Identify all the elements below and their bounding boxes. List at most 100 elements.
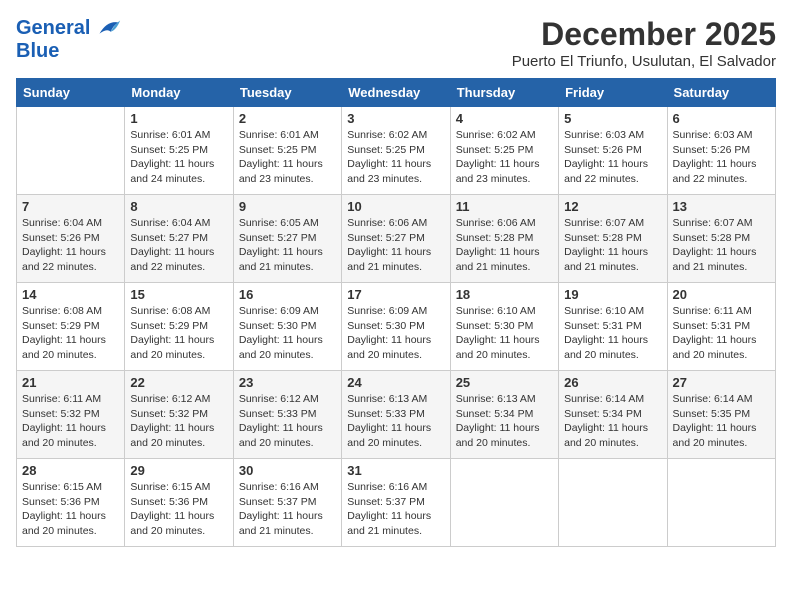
calendar-cell: 6 Sunrise: 6:03 AM Sunset: 5:26 PM Daylig… [667,107,775,195]
day-number: 30 [239,463,336,478]
day-number: 2 [239,111,336,126]
day-number: 1 [130,111,227,126]
day-number: 14 [22,287,119,302]
calendar-week-row: 21 Sunrise: 6:11 AM Sunset: 5:32 PM Dayli… [17,371,776,459]
calendar-cell: 20 Sunrise: 6:11 AM Sunset: 5:31 PM Dayli… [667,283,775,371]
calendar-cell: 24Sunrise: 6:13 AM Sunset: 5:33 PM Dayli… [342,371,450,459]
day-number: 31 [347,463,444,478]
calendar-cell: 27 Sunrise: 6:14 AM Sunset: 5:35 PM Dayli… [667,371,775,459]
cell-content: Sunrise: 6:01 AM Sunset: 5:25 PM Dayligh… [239,128,336,187]
calendar-header-row: SundayMondayTuesdayWednesdayThursdayFrid… [17,79,776,107]
cell-content: Sunrise: 6:03 AM Sunset: 5:26 PM Dayligh… [673,128,770,187]
logo-bird-icon [92,16,122,40]
day-number: 17 [347,287,444,302]
day-number: 10 [347,199,444,214]
calendar-cell [559,459,667,547]
cell-content: Sunrise: 6:12 AM Sunset: 5:32 PM Dayligh… [130,392,227,451]
calendar-cell: 23 Sunrise: 6:12 AM Sunset: 5:33 PM Dayli… [233,371,341,459]
month-title: December 2025 [512,16,776,53]
cell-content: Sunrise: 6:09 AM Sunset: 5:30 PM Dayligh… [239,304,336,363]
day-number: 22 [130,375,227,390]
day-number: 5 [564,111,661,126]
cell-content: Sunrise: 6:03 AM Sunset: 5:26 PM Dayligh… [564,128,661,187]
cell-content: Sunrise: 6:16 AM Sunset: 5:37 PM Dayligh… [347,480,444,539]
logo-blue: Blue [16,40,122,62]
cell-content: Sunrise: 6:06 AM Sunset: 5:27 PM Dayligh… [347,216,444,275]
day-header-saturday: Saturday [667,79,775,107]
calendar-cell: 19 Sunrise: 6:10 AM Sunset: 5:31 PM Dayli… [559,283,667,371]
calendar-cell [17,107,125,195]
cell-content: Sunrise: 6:13 AM Sunset: 5:34 PM Dayligh… [456,392,553,451]
cell-content: Sunrise: 6:11 AM Sunset: 5:32 PM Dayligh… [22,392,119,451]
day-number: 29 [130,463,227,478]
day-number: 28 [22,463,119,478]
calendar-cell: 1 Sunrise: 6:01 AM Sunset: 5:25 PM Daylig… [125,107,233,195]
cell-content: Sunrise: 6:07 AM Sunset: 5:28 PM Dayligh… [564,216,661,275]
cell-content: Sunrise: 6:01 AM Sunset: 5:25 PM Dayligh… [130,128,227,187]
day-number: 12 [564,199,661,214]
day-number: 16 [239,287,336,302]
day-number: 9 [239,199,336,214]
day-number: 19 [564,287,661,302]
logo: General Blue [16,16,122,62]
calendar-cell: 8 Sunrise: 6:04 AM Sunset: 5:27 PM Daylig… [125,195,233,283]
day-number: 27 [673,375,770,390]
cell-content: Sunrise: 6:08 AM Sunset: 5:29 PM Dayligh… [22,304,119,363]
day-header-thursday: Thursday [450,79,558,107]
calendar-cell: 9Sunrise: 6:05 AM Sunset: 5:27 PM Daylig… [233,195,341,283]
day-number: 6 [673,111,770,126]
day-number: 8 [130,199,227,214]
calendar-cell: 18Sunrise: 6:10 AM Sunset: 5:30 PM Dayli… [450,283,558,371]
cell-content: Sunrise: 6:10 AM Sunset: 5:31 PM Dayligh… [564,304,661,363]
day-header-wednesday: Wednesday [342,79,450,107]
cell-content: Sunrise: 6:09 AM Sunset: 5:30 PM Dayligh… [347,304,444,363]
cell-content: Sunrise: 6:04 AM Sunset: 5:27 PM Dayligh… [130,216,227,275]
cell-content: Sunrise: 6:12 AM Sunset: 5:33 PM Dayligh… [239,392,336,451]
calendar-cell: 21 Sunrise: 6:11 AM Sunset: 5:32 PM Dayli… [17,371,125,459]
cell-content: Sunrise: 6:11 AM Sunset: 5:31 PM Dayligh… [673,304,770,363]
logo-general: General [16,17,90,39]
calendar-cell: 30Sunrise: 6:16 AM Sunset: 5:37 PM Dayli… [233,459,341,547]
calendar-cell: 10 Sunrise: 6:06 AM Sunset: 5:27 PM Dayli… [342,195,450,283]
day-number: 15 [130,287,227,302]
calendar-cell: 22 Sunrise: 6:12 AM Sunset: 5:32 PM Dayli… [125,371,233,459]
calendar-cell: 17 Sunrise: 6:09 AM Sunset: 5:30 PM Dayli… [342,283,450,371]
calendar-cell [450,459,558,547]
day-number: 25 [456,375,553,390]
day-number: 11 [456,199,553,214]
day-number: 20 [673,287,770,302]
calendar-cell: 2 Sunrise: 6:01 AM Sunset: 5:25 PM Daylig… [233,107,341,195]
cell-content: Sunrise: 6:14 AM Sunset: 5:34 PM Dayligh… [564,392,661,451]
calendar-cell: 28 Sunrise: 6:15 AM Sunset: 5:36 PM Dayli… [17,459,125,547]
cell-content: Sunrise: 6:08 AM Sunset: 5:29 PM Dayligh… [130,304,227,363]
calendar-cell: 12 Sunrise: 6:07 AM Sunset: 5:28 PM Dayli… [559,195,667,283]
cell-content: Sunrise: 6:14 AM Sunset: 5:35 PM Dayligh… [673,392,770,451]
calendar-cell: 25 Sunrise: 6:13 AM Sunset: 5:34 PM Dayli… [450,371,558,459]
day-number: 23 [239,375,336,390]
cell-content: Sunrise: 6:06 AM Sunset: 5:28 PM Dayligh… [456,216,553,275]
calendar-cell: 15 Sunrise: 6:08 AM Sunset: 5:29 PM Dayli… [125,283,233,371]
day-number: 13 [673,199,770,214]
calendar-cell: 26 Sunrise: 6:14 AM Sunset: 5:34 PM Dayli… [559,371,667,459]
cell-content: Sunrise: 6:04 AM Sunset: 5:26 PM Dayligh… [22,216,119,275]
cell-content: Sunrise: 6:10 AM Sunset: 5:30 PM Dayligh… [456,304,553,363]
day-number: 7 [22,199,119,214]
day-number: 26 [564,375,661,390]
calendar-cell: 14 Sunrise: 6:08 AM Sunset: 5:29 PM Dayli… [17,283,125,371]
cell-content: Sunrise: 6:15 AM Sunset: 5:36 PM Dayligh… [22,480,119,539]
cell-content: Sunrise: 6:02 AM Sunset: 5:25 PM Dayligh… [456,128,553,187]
calendar-cell: 4Sunrise: 6:02 AM Sunset: 5:25 PM Daylig… [450,107,558,195]
calendar-cell: 13Sunrise: 6:07 AM Sunset: 5:28 PM Dayli… [667,195,775,283]
calendar-week-row: 7 Sunrise: 6:04 AM Sunset: 5:26 PM Daylig… [17,195,776,283]
page-header: General Blue December 2025 Puerto El Tri… [16,16,776,70]
calendar-cell: 29Sunrise: 6:15 AM Sunset: 5:36 PM Dayli… [125,459,233,547]
calendar-cell: 16 Sunrise: 6:09 AM Sunset: 5:30 PM Dayli… [233,283,341,371]
cell-content: Sunrise: 6:02 AM Sunset: 5:25 PM Dayligh… [347,128,444,187]
calendar-cell [667,459,775,547]
calendar-cell: 5 Sunrise: 6:03 AM Sunset: 5:26 PM Daylig… [559,107,667,195]
calendar-week-row: 28 Sunrise: 6:15 AM Sunset: 5:36 PM Dayli… [17,459,776,547]
calendar-week-row: 1 Sunrise: 6:01 AM Sunset: 5:25 PM Daylig… [17,107,776,195]
calendar-week-row: 14 Sunrise: 6:08 AM Sunset: 5:29 PM Dayli… [17,283,776,371]
day-header-tuesday: Tuesday [233,79,341,107]
day-number: 21 [22,375,119,390]
